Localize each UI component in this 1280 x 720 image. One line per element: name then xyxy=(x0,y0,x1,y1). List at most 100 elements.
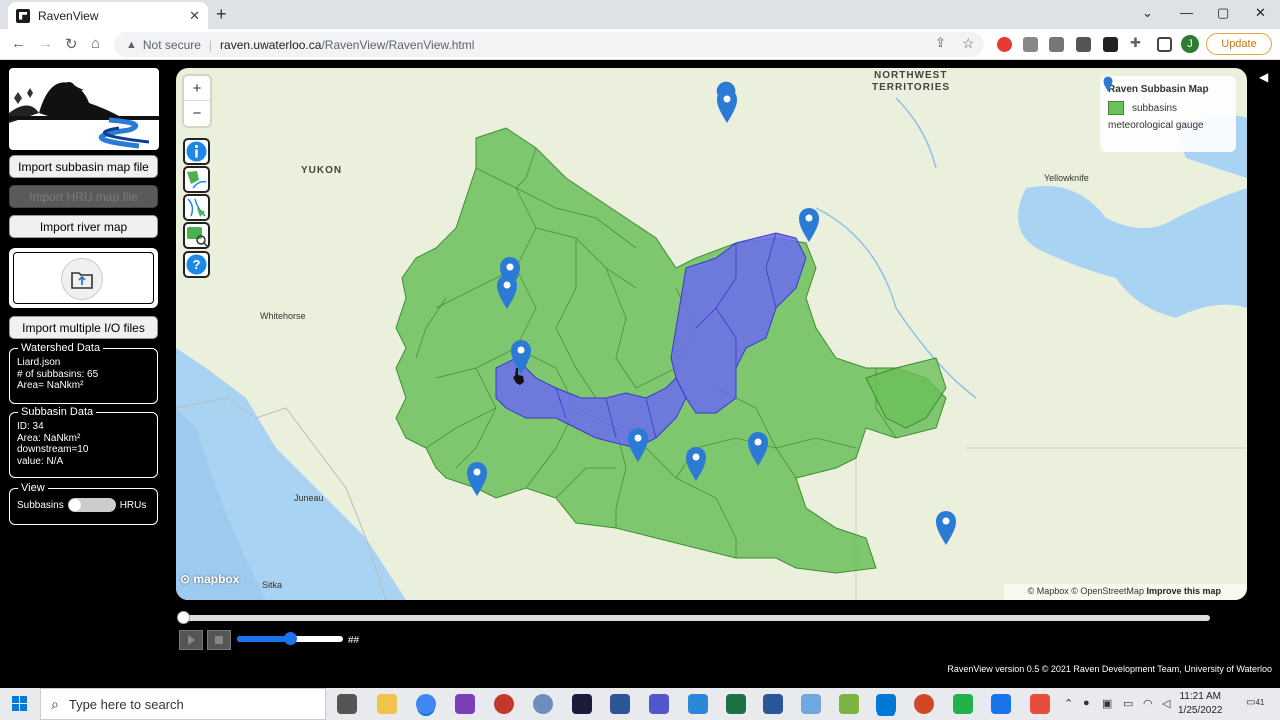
teams-icon[interactable] xyxy=(649,694,669,714)
tray-app-icon[interactable]: ▣ xyxy=(1102,697,1112,710)
improve-map-link[interactable]: Improve this map xyxy=(1146,586,1221,596)
gauge-marker-icon[interactable] xyxy=(627,427,649,463)
visual-studio-icon[interactable] xyxy=(455,694,475,714)
windows-taskbar: ⌕ Type here to search ⌃ ● ▣ ▭ ◠ ◁ 11:21 … xyxy=(0,688,1280,720)
gauge-marker-icon[interactable] xyxy=(685,446,707,482)
info-button[interactable] xyxy=(183,138,210,165)
notification-icon[interactable]: ▭41 xyxy=(1246,697,1264,708)
subbasin-data-legend: Subbasin Data xyxy=(18,406,97,418)
extension-icon[interactable] xyxy=(1103,37,1118,52)
import-multiple-files-button[interactable]: Import multiple I/O files xyxy=(9,316,158,339)
watershed-subbasin-count: # of subbasins: 65 xyxy=(17,368,99,380)
extension-icon[interactable] xyxy=(1076,37,1091,52)
bookmark-star-icon[interactable]: ☆ xyxy=(962,35,975,52)
speed-thumb[interactable] xyxy=(284,632,297,645)
gauge-marker-icon[interactable] xyxy=(798,207,820,243)
view-legend: View xyxy=(18,482,48,494)
gauge-marker-icon[interactable] xyxy=(747,431,769,467)
subbasin-id: ID: 34 xyxy=(17,421,44,432)
play-button[interactable] xyxy=(179,630,203,650)
system-clock[interactable]: 11:21 AM 1/25/2022 xyxy=(1178,690,1223,718)
gauge-marker-icon[interactable] xyxy=(466,461,488,497)
home-icon[interactable]: ⌂ xyxy=(91,35,100,52)
timeline-track[interactable] xyxy=(182,615,1210,621)
security-label: Not secure xyxy=(142,37,201,52)
gauge-marker-icon[interactable] xyxy=(496,274,518,310)
close-tab-icon[interactable]: ✕ xyxy=(189,8,200,24)
attribution-text[interactable]: © Mapbox © OpenStreetMap xyxy=(1028,586,1144,596)
file-drop-zone[interactable] xyxy=(9,248,158,308)
river-layer-button[interactable] xyxy=(183,194,210,221)
opera-extension-icon[interactable] xyxy=(997,37,1012,52)
extension-icon[interactable] xyxy=(1023,37,1038,52)
forward-icon[interactable]: → xyxy=(38,35,53,52)
subbasin-layer-button[interactable] xyxy=(183,166,210,193)
photos-icon[interactable] xyxy=(688,694,708,714)
gauge-marker-icon[interactable] xyxy=(935,510,957,546)
camtasia-icon[interactable] xyxy=(953,694,973,714)
windows-start-icon[interactable] xyxy=(12,696,28,712)
wifi-icon[interactable]: ◠ xyxy=(1143,697,1153,710)
timeline-thumb[interactable] xyxy=(177,611,190,624)
side-panel-icon[interactable] xyxy=(1157,37,1172,52)
back-icon[interactable]: ← xyxy=(11,35,26,52)
terminal-icon[interactable] xyxy=(572,694,592,714)
new-tab-button[interactable]: + xyxy=(216,4,227,25)
app-icon[interactable] xyxy=(494,694,514,714)
excel-icon[interactable] xyxy=(726,694,746,714)
puzzle-extensions-icon[interactable]: ✚ xyxy=(1130,35,1141,51)
outlook-icon[interactable] xyxy=(876,694,896,714)
share-icon[interactable]: ⇪ xyxy=(935,35,946,51)
zoom-to-subbasin-button[interactable] xyxy=(183,222,210,249)
collapse-panel-icon[interactable]: ◀ xyxy=(1259,70,1268,84)
profile-avatar[interactable]: J xyxy=(1181,35,1199,53)
volume-icon[interactable]: ◁ xyxy=(1162,697,1170,710)
update-button[interactable]: Update xyxy=(1206,33,1272,55)
zoom-in-button[interactable]: + xyxy=(184,76,210,101)
legend-row-subbasins: subbasins xyxy=(1108,101,1228,115)
import-subbasin-map-button[interactable]: Import subbasin map file xyxy=(9,155,158,178)
reload-icon[interactable]: ↻ xyxy=(65,35,78,53)
file-explorer-icon[interactable] xyxy=(377,694,397,714)
import-hru-map-button[interactable]: Import HRU map file xyxy=(9,185,158,208)
tray-chevron-icon[interactable]: ⌃ xyxy=(1064,697,1073,710)
import-river-map-button[interactable]: Import river map xyxy=(9,215,158,238)
word-icon[interactable] xyxy=(763,694,783,714)
address-bar[interactable]: ▲ Not secure | raven.uwaterloo.ca/RavenV… xyxy=(114,32,984,57)
watershed-data-legend: Watershed Data xyxy=(18,342,104,354)
microphone-icon[interactable]: ● xyxy=(1083,697,1090,709)
subbasin-data-panel: Subbasin Data ID: 34 Area: NaNkm² downst… xyxy=(9,406,158,478)
view-toggle-switch[interactable] xyxy=(67,498,116,512)
r-icon[interactable] xyxy=(533,694,553,714)
close-window-icon[interactable]: ✕ xyxy=(1255,5,1266,21)
extension-icon[interactable] xyxy=(1049,37,1064,52)
minimize-icon[interactable]: — xyxy=(1180,5,1193,20)
clock-date: 1/25/2022 xyxy=(1178,705,1223,716)
subbasin-map[interactable]: NORTHWEST TERRITORIES YUKON Whitehorse Y… xyxy=(176,68,1247,600)
taskbar-search[interactable]: ⌕ Type here to search xyxy=(40,688,326,720)
gauge-marker-icon[interactable] xyxy=(716,88,738,124)
chrome-icon[interactable] xyxy=(416,694,436,714)
maximize-icon[interactable]: ▢ xyxy=(1217,5,1229,21)
zoom-out-button[interactable]: − xyxy=(184,101,210,126)
app-icon[interactable] xyxy=(839,694,859,714)
tab-search-icon[interactable]: ⌄ xyxy=(1142,5,1153,21)
app-icon[interactable] xyxy=(1030,694,1050,714)
legend-gauge-label: meteorological gauge xyxy=(1108,120,1204,131)
mapbox-wordmark: mapbox xyxy=(193,572,240,586)
help-button[interactable]: ? xyxy=(183,251,210,278)
stop-button[interactable] xyxy=(207,630,231,650)
app-icon[interactable] xyxy=(610,694,630,714)
app-icon[interactable] xyxy=(801,694,821,714)
powerpoint-icon[interactable] xyxy=(914,694,934,714)
task-view-icon[interactable] xyxy=(337,694,357,714)
footer-credit: RavenView version 0.5 © 2021 Raven Devel… xyxy=(947,664,1272,674)
search-icon: ⌕ xyxy=(51,695,59,712)
battery-icon[interactable]: ▭ xyxy=(1123,697,1133,710)
app-icon[interactable] xyxy=(991,694,1011,714)
mapbox-logo[interactable]: ⊙ mapbox xyxy=(180,572,239,586)
divider: | xyxy=(208,37,213,52)
browser-tab[interactable]: RavenView ✕ xyxy=(8,2,208,29)
play-icon xyxy=(188,635,195,645)
update-label: Update xyxy=(1221,38,1257,50)
